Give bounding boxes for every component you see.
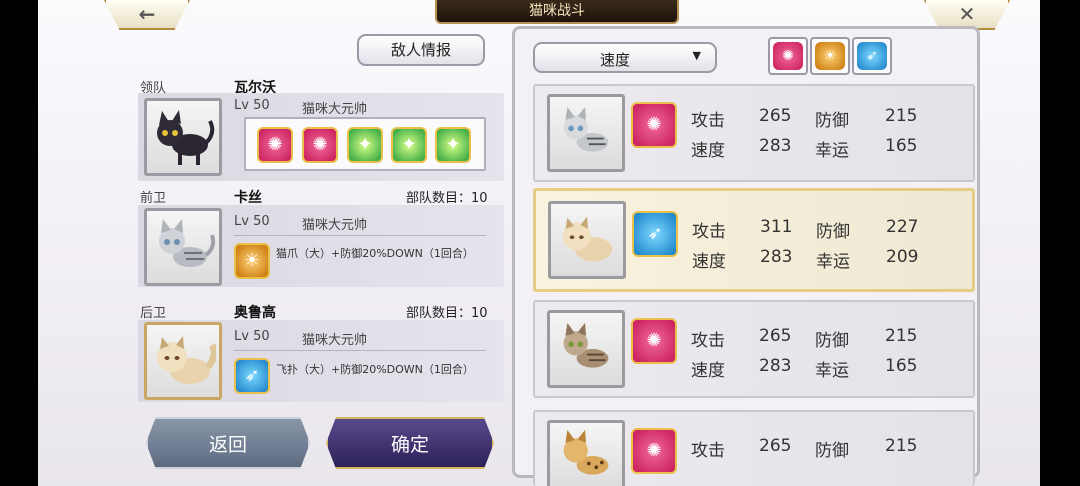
red-claw-skill-icon: ✺ (631, 318, 677, 364)
luck-value: 165 (885, 356, 918, 376)
speed-label: 速度 (692, 252, 726, 272)
cat-card[interactable]: ✺ 攻击 265 防御 215 (533, 410, 975, 486)
screen-title: 猫咪战斗 (435, 0, 679, 24)
sort-selected-value: 速度 (599, 51, 630, 69)
leopard-cat-icon (563, 429, 609, 475)
attack-value: 311 (760, 217, 793, 237)
black-cat-icon (157, 110, 215, 165)
blue-pounce-skill-icon[interactable]: ➶ (234, 358, 270, 394)
rearguard-name: 奥鲁高 (234, 305, 276, 321)
defense-label: 防御 (815, 111, 849, 131)
confirm-button[interactable]: 确定 (326, 417, 494, 469)
speed-label: 速度 (691, 141, 725, 161)
red-claw-skill-icon[interactable]: ✺ (257, 127, 293, 163)
gray-tabby-cat-icon (159, 219, 216, 267)
attack-label: 攻击 (691, 441, 725, 461)
enemy-info-button[interactable]: 敌人情报 (357, 34, 485, 66)
defense-value: 215 (885, 326, 918, 346)
cat-portrait (547, 310, 625, 388)
speed-value: 283 (759, 136, 792, 156)
persian-cat-icon (157, 336, 216, 384)
defense-value: 215 (885, 436, 918, 456)
red-claw-skill-icon: ✺ (631, 428, 677, 474)
cat-portrait (548, 201, 626, 279)
back-arrow-icon: ← (138, 2, 156, 26)
attack-label: 攻击 (691, 111, 725, 131)
divider (234, 350, 486, 351)
vanguard-portrait[interactable] (144, 208, 222, 286)
persian-cat-icon (562, 216, 613, 262)
red-claw-skill-icon: ✺ (631, 102, 677, 148)
leader-rank: 猫咪大元帅 (302, 102, 368, 117)
rearguard-role-label: 后卫 (140, 306, 167, 321)
defense-label: 防御 (816, 222, 850, 242)
rearguard-rank: 猫咪大元帅 (302, 333, 368, 348)
speed-value: 283 (760, 247, 793, 267)
attack-value: 265 (759, 326, 792, 346)
leader-level: Lv 50 (234, 98, 270, 113)
leader-portrait[interactable] (144, 98, 222, 176)
orange-claw-skill-icon[interactable]: ☀ (234, 243, 270, 279)
defense-value: 215 (885, 106, 918, 126)
vanguard-role-label: 前卫 (140, 191, 167, 206)
luck-label: 幸运 (816, 252, 850, 272)
luck-label: 幸运 (815, 361, 849, 381)
cat-portrait (547, 420, 625, 486)
vanguard-level: Lv 50 (234, 214, 270, 229)
defense-value: 227 (886, 217, 919, 237)
rearguard-portrait[interactable] (144, 322, 222, 400)
vanguard-rank: 猫咪大元帅 (302, 218, 368, 233)
cat-portrait (547, 94, 625, 172)
red-claw-skill-icon[interactable]: ✺ (302, 127, 338, 163)
speed-label: 速度 (691, 361, 725, 381)
attack-label: 攻击 (692, 222, 726, 242)
luck-value: 165 (885, 136, 918, 156)
sort-dropdown[interactable]: 速度 ▼ (533, 42, 717, 73)
green-sparkle-skill-icon[interactable]: ✦ (435, 127, 471, 163)
return-button[interactable]: 返回 (146, 417, 310, 469)
vanguard-troop-count: 部队数目：10 (406, 191, 488, 206)
attack-label: 攻击 (691, 331, 725, 351)
cat-card[interactable]: ✺ 攻击 265 防御 215 速度 283 幸运 165 (533, 84, 975, 182)
cat-card-selected[interactable]: ➶ 攻击 311 防御 227 速度 283 幸运 209 (533, 188, 975, 292)
attack-value: 265 (759, 436, 792, 456)
brown-tabby-cat-icon (563, 322, 609, 368)
blue-pounce-skill-icon: ➶ (632, 211, 678, 257)
game-screen: ← 猫咪战斗 ✕ 敌人情报 领队 瓦尔沃 Lv 50 猫咪大元帅 ✺ ✺ ✦ ✦… (38, 0, 1040, 486)
rearguard-skill-text: 飞扑（大）+防御20%DOWN（1回合） (276, 363, 474, 376)
attack-value: 265 (759, 106, 792, 126)
chevron-down-icon: ▼ (692, 49, 701, 62)
vanguard-skill-text: 猫爪（大）+防御20%DOWN（1回合） (276, 247, 474, 260)
luck-value: 209 (886, 247, 919, 267)
cat-card[interactable]: ✺ 攻击 265 防御 215 速度 283 幸运 165 (533, 300, 975, 398)
speed-value: 283 (759, 356, 792, 376)
vanguard-name: 卡丝 (234, 190, 262, 206)
close-icon: ✕ (958, 2, 976, 26)
divider (234, 235, 486, 236)
orange-paw-filter-icon[interactable]: ☀ (810, 37, 850, 75)
green-sparkle-skill-icon[interactable]: ✦ (347, 127, 383, 163)
defense-label: 防御 (815, 441, 849, 461)
red-claw-filter-icon[interactable]: ✺ (768, 37, 808, 75)
rearguard-troop-count: 部队数目：10 (406, 306, 488, 321)
luck-label: 幸运 (815, 141, 849, 161)
defense-label: 防御 (815, 331, 849, 351)
back-button[interactable]: ← (104, 0, 190, 30)
rearguard-level: Lv 50 (234, 329, 270, 344)
green-sparkle-skill-icon[interactable]: ✦ (391, 127, 427, 163)
blue-pounce-filter-icon[interactable]: ➶ (852, 37, 892, 75)
silver-tabby-cat-icon (563, 106, 609, 152)
